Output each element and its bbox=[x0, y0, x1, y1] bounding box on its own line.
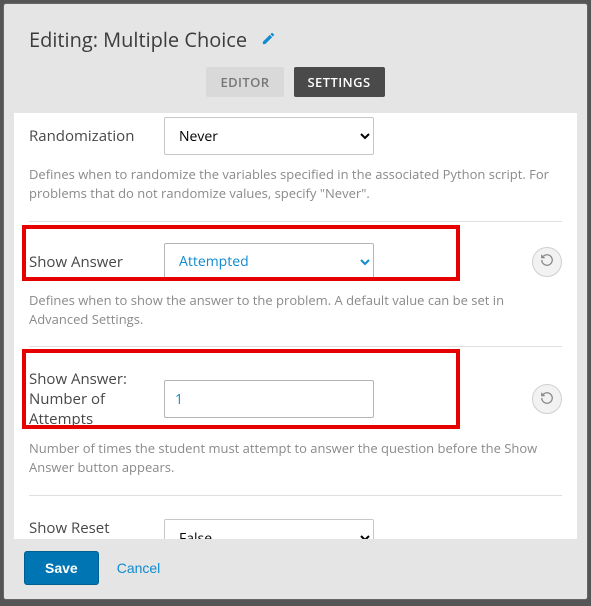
setting-row: Show Answer: Number of Attempts bbox=[29, 363, 562, 429]
setting-control bbox=[164, 380, 514, 418]
cancel-button[interactable]: Cancel bbox=[117, 560, 161, 576]
setting-row: Show Reset Button False bbox=[29, 512, 562, 539]
show-answer-attempts-input[interactable] bbox=[164, 380, 374, 418]
tab-settings[interactable]: SETTINGS bbox=[294, 67, 385, 97]
setting-randomization: Randomization Never Defines when to rand… bbox=[29, 113, 562, 222]
setting-row: Randomization Never bbox=[29, 117, 562, 155]
scroll-area[interactable]: Randomization Never Defines when to rand… bbox=[14, 113, 577, 539]
show-answer-select[interactable]: Attempted bbox=[164, 243, 374, 281]
tabs: EDITOR SETTINGS bbox=[29, 67, 562, 105]
setting-control: False bbox=[164, 519, 562, 539]
randomization-help: Defines when to randomize the variables … bbox=[29, 165, 562, 203]
setting-show-answer-attempts: Show Answer: Number of Attempts Number o… bbox=[29, 347, 562, 496]
page-title: Editing: Multiple Choice bbox=[29, 26, 247, 53]
tab-editor[interactable]: EDITOR bbox=[206, 67, 283, 97]
show-reset-label: Show Reset Button bbox=[29, 518, 154, 539]
modal-header: Editing: Multiple Choice EDITOR SETTINGS bbox=[4, 4, 587, 113]
setting-show-answer: Show Answer Attempted Defines when to sh… bbox=[29, 222, 562, 348]
show-answer-attempts-help: Number of times the student must attempt… bbox=[29, 439, 562, 477]
modal-dialog: Editing: Multiple Choice EDITOR SETTINGS… bbox=[3, 3, 588, 600]
setting-control: Attempted bbox=[164, 243, 514, 281]
randomization-select[interactable]: Never bbox=[164, 117, 374, 155]
content-wrapper: Randomization Never Defines when to rand… bbox=[14, 113, 577, 539]
show-answer-reset-button[interactable] bbox=[532, 247, 562, 277]
show-reset-select[interactable]: False bbox=[164, 519, 374, 539]
undo-icon bbox=[540, 391, 554, 408]
show-answer-attempts-label: Show Answer: Number of Attempts bbox=[29, 369, 154, 429]
save-button[interactable]: Save bbox=[24, 551, 99, 585]
pencil-icon[interactable] bbox=[261, 29, 276, 51]
randomization-label: Randomization bbox=[29, 126, 154, 146]
show-answer-help: Defines when to show the answer to the p… bbox=[29, 291, 562, 329]
show-answer-label: Show Answer bbox=[29, 252, 154, 272]
setting-row: Show Answer Attempted bbox=[29, 238, 562, 281]
setting-control: Never bbox=[164, 117, 562, 155]
setting-show-reset: Show Reset Button False bbox=[29, 496, 562, 539]
show-answer-attempts-reset-button[interactable] bbox=[532, 384, 562, 414]
footer: Save Cancel bbox=[4, 539, 587, 599]
title-row: Editing: Multiple Choice bbox=[29, 26, 562, 53]
undo-icon bbox=[540, 253, 554, 270]
